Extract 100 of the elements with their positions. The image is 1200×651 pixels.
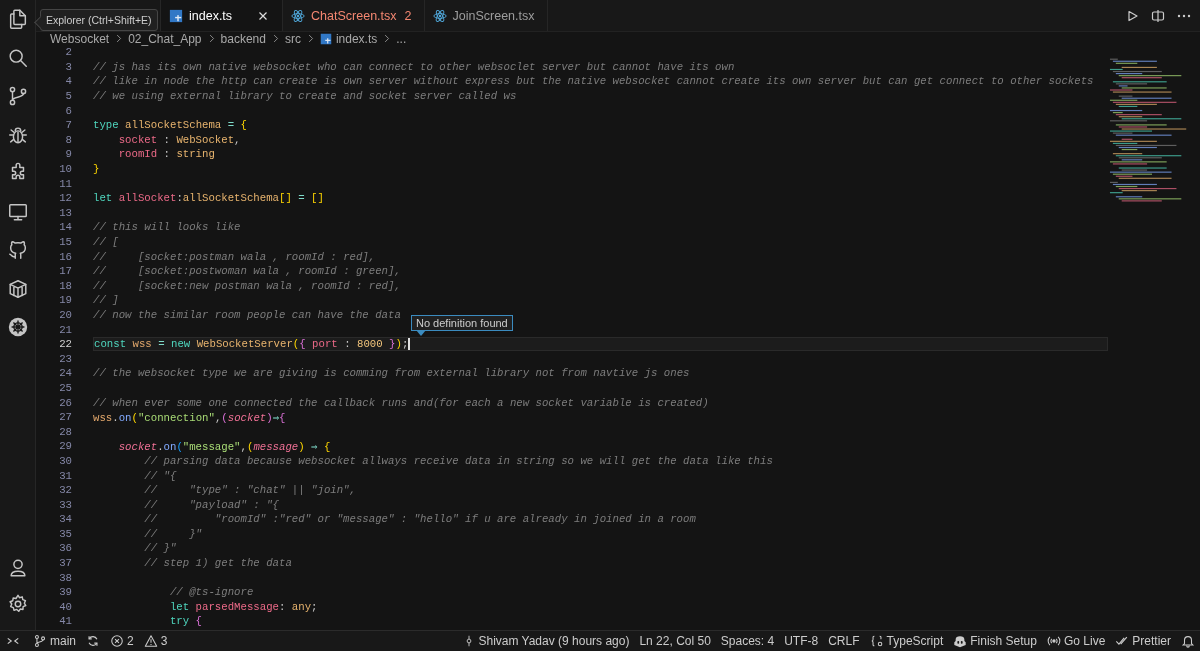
status-item[interactable]: Shivam Yadav (9 hours ago) <box>458 631 635 651</box>
line-number: 38 <box>58 571 72 584</box>
code-line: // @ts-ignore <box>169 586 254 599</box>
code-line: wss.on("connection",(socket)⇒{ <box>93 410 286 424</box>
status-item[interactable]: Ln 22, Col 50 <box>634 631 716 651</box>
code-line: // [ <box>93 236 119 248</box>
line-number: 33 <box>58 498 72 511</box>
sync-icon[interactable] <box>86 634 100 648</box>
line-number: 25 <box>58 381 72 394</box>
line-number: 36 <box>58 542 72 555</box>
line-number: 26 <box>58 396 72 409</box>
code-line: // "type" : "chat" || "join", <box>144 484 356 497</box>
line-number: 39 <box>58 586 72 599</box>
breadcrumb-item[interactable]: index.ts <box>335 31 378 46</box>
line-number: 31 <box>58 469 72 482</box>
line-number: 35 <box>58 527 72 540</box>
code-line: // }" <box>144 527 203 540</box>
split-editor-icon[interactable] <box>1150 7 1166 24</box>
line-number: 29 <box>58 440 72 453</box>
line-number: 6 <box>64 104 72 117</box>
code-line: // step 1) get the data <box>144 557 292 570</box>
atom-icon <box>432 8 447 23</box>
code-line: // }" <box>144 542 177 555</box>
line-number: 10 <box>58 163 72 176</box>
editor-tab[interactable]: index.ts <box>161 0 284 31</box>
settings-icon[interactable] <box>6 593 29 615</box>
atom-icon <box>291 8 306 23</box>
line-number: 16 <box>58 250 72 263</box>
status-item[interactable]: UTF-8 <box>779 631 824 651</box>
breadcrumb-item[interactable]: backend <box>220 31 266 46</box>
code-line: } <box>93 163 100 176</box>
broadcast-icon <box>1046 634 1061 648</box>
code-line: // we using external library to create and socket server called ws <box>93 90 517 103</box>
status-item[interactable]: Go Live <box>1041 631 1111 651</box>
code-line: const wss = new WebSocketServer({ port : 8000 }); <box>94 338 409 351</box>
line-number: 21 <box>58 323 72 336</box>
code-line: socket.on("message",(message) ⇒ { <box>118 439 331 453</box>
code-line: // when ever some one connected the callback runs and(for each a new socket variable is created) <box>93 396 709 409</box>
line-number: 22 <box>58 338 72 351</box>
code-line: // parsing data because websocket allways receive data in string so we will get the data like this <box>144 454 773 467</box>
line-number: 34 <box>58 513 72 526</box>
status-item[interactable]: Finish Setup <box>948 631 1042 651</box>
ts-file-icon <box>169 8 183 23</box>
warning-icon <box>143 634 158 648</box>
line-number: 7 <box>64 119 72 132</box>
breadcrumb-item[interactable]: ... <box>396 31 407 46</box>
code-line: // the websocket type we are giving is comming from external library not from navtive js ones <box>93 367 690 380</box>
braces-icon <box>869 634 884 648</box>
line-number: 20 <box>58 309 72 321</box>
robot-icon <box>953 634 968 648</box>
code-line: socket : WebSocket, <box>118 133 241 146</box>
line-number: 14 <box>58 221 72 234</box>
line-number: 28 <box>58 425 72 438</box>
line-number: 30 <box>58 454 72 467</box>
code-line: // [socket:new postman wala , roomId : red], <box>93 279 401 292</box>
code-line: let parsedMessage: any; <box>169 600 318 613</box>
tooltip-pointer <box>416 330 426 336</box>
code-line: // [socket:postman wala , roomId : red], <box>93 250 376 263</box>
line-number: 13 <box>58 206 72 219</box>
text-cursor <box>408 338 410 351</box>
bell-icon[interactable] <box>1181 634 1195 648</box>
code-line: try { <box>169 615 203 628</box>
line-number: 5 <box>64 90 72 103</box>
status-item[interactable]: TypeScript <box>864 631 949 651</box>
code-line: // ] <box>93 294 119 307</box>
line-number: 23 <box>58 352 72 365</box>
line-number: 15 <box>58 236 72 248</box>
line-number: 19 <box>58 294 72 307</box>
breadcrumb-item[interactable]: Websocket <box>50 31 110 46</box>
code-line: // "{ <box>144 469 177 482</box>
double-check-icon <box>1115 634 1130 648</box>
code-line: // this will looks like <box>93 221 241 234</box>
line-number: 2 <box>64 46 72 59</box>
status-item[interactable]: main <box>28 631 81 651</box>
line-number: 3 <box>64 60 72 73</box>
cat-icon[interactable] <box>6 239 29 262</box>
line-number: 9 <box>64 148 72 161</box>
status-item[interactable]: CRLF <box>823 631 865 651</box>
line-number: 24 <box>58 367 72 380</box>
helm-wheel-icon[interactable] <box>6 316 29 339</box>
status-item[interactable]: Prettier <box>1110 631 1176 651</box>
line-number: 32 <box>58 484 72 497</box>
breadcrumb-item[interactable]: 02_Chat_App <box>128 31 202 46</box>
ts-file-icon <box>319 32 332 45</box>
box-icon[interactable] <box>6 277 29 300</box>
branch-icon <box>33 634 47 648</box>
breadcrumb-item[interactable]: src <box>284 31 301 46</box>
line-number: 40 <box>58 600 72 613</box>
line-number: 37 <box>58 557 72 570</box>
line-number: 41 <box>58 615 72 628</box>
status-item[interactable]: Spaces: 4 <box>715 631 780 651</box>
status-item[interactable]: 3 <box>138 631 173 651</box>
code-line: let allSocket:allSocketSchema[] = [] <box>93 192 324 205</box>
code-line: // [socket:postwoman wala , roomId : green], <box>93 265 401 278</box>
code-line: type allSocketSchema = { <box>93 119 247 132</box>
line-number: 4 <box>64 75 72 88</box>
line-number: 18 <box>58 279 72 292</box>
status-item[interactable]: 2 <box>105 631 139 651</box>
line-number: 11 <box>58 177 72 190</box>
line-number: 8 <box>64 133 72 146</box>
